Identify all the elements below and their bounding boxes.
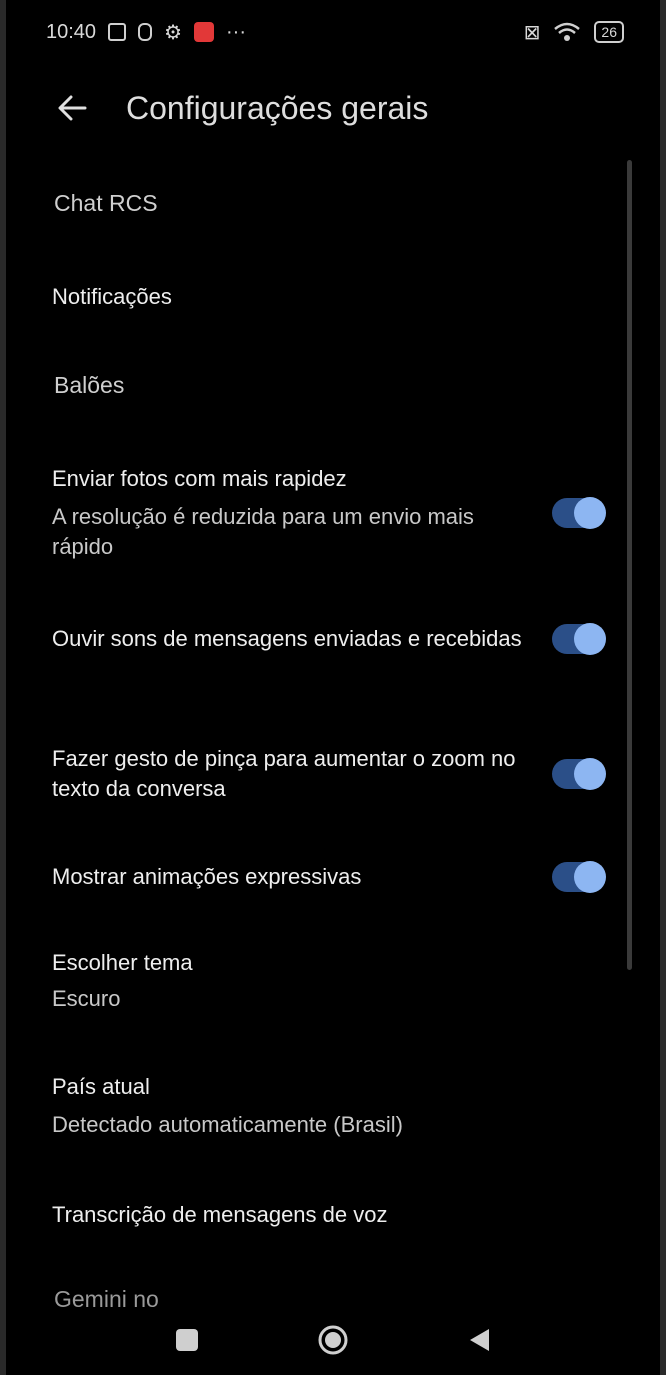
- message-sounds-item[interactable]: Ouvir sons de mensagens enviadas e receb…: [52, 623, 606, 655]
- choose-theme-item[interactable]: Escolher tema Escuro: [52, 948, 604, 1014]
- notifications-label: Notificações: [52, 284, 172, 309]
- notifications-item[interactable]: Notificações: [52, 282, 604, 312]
- switch-knob: [574, 758, 606, 790]
- send-photos-faster-label: Enviar fotos com mais rapidez: [52, 466, 347, 491]
- expressive-animations-label: Mostrar animações expressivas: [52, 864, 362, 889]
- send-photos-faster-texts: Enviar fotos com mais rapidez A resoluçã…: [52, 464, 522, 562]
- no-sim-icon: ⊠: [523, 21, 541, 44]
- home-button[interactable]: [315, 1322, 351, 1358]
- sim-icon: [138, 23, 153, 41]
- voice-transcription-item[interactable]: Transcrição de mensagens de voz: [52, 1200, 604, 1230]
- scrollbar[interactable]: [627, 160, 632, 970]
- page-title: Configurações gerais: [126, 89, 429, 126]
- section-header-baloes: Balões: [54, 372, 125, 398]
- current-country-value: Detectado automaticamente (Brasil): [52, 1112, 403, 1137]
- section-header-chat-rcs: Chat RCS: [54, 190, 158, 216]
- pinch-zoom-label: Fazer gesto de pinça para aumentar o zoo…: [52, 746, 516, 801]
- send-photos-faster-switch[interactable]: [552, 497, 606, 529]
- message-sounds-switch[interactable]: [552, 623, 606, 655]
- switch-knob: [574, 497, 606, 529]
- pinch-zoom-switch[interactable]: [552, 758, 606, 790]
- pinch-zoom-texts: Fazer gesto de pinça para aumentar o zoo…: [52, 744, 522, 804]
- wifi-icon: [554, 22, 581, 41]
- status-bar: 10:40 ⚙ ··· ⊠ 26: [46, 14, 624, 50]
- message-sounds-texts: Ouvir sons de mensagens enviadas e receb…: [52, 624, 522, 654]
- circle-home-icon: [318, 1325, 348, 1355]
- settings-gear-icon: ⚙: [164, 21, 182, 44]
- send-photos-faster-item[interactable]: Enviar fotos com mais rapidez A resoluçã…: [52, 464, 606, 562]
- arrow-left-icon: [58, 95, 87, 121]
- switch-knob: [574, 861, 606, 893]
- current-country-item[interactable]: País atual Detectado automaticamente (Br…: [52, 1072, 604, 1140]
- choose-theme-label: Escolher tema: [52, 950, 193, 975]
- app-notification-icon: [194, 22, 214, 42]
- nfc-icon: [108, 23, 127, 41]
- choose-theme-value: Escuro: [52, 986, 121, 1011]
- battery-indicator: 26: [594, 21, 624, 43]
- back-nav-button[interactable]: [461, 1322, 497, 1358]
- recent-apps-button[interactable]: [169, 1322, 205, 1358]
- phone-screen: 10:40 ⚙ ··· ⊠ 26 Configurações gerais Ch…: [0, 0, 666, 1375]
- more-notifications-icon: ···: [226, 20, 246, 43]
- system-navigation-bar: [6, 1305, 660, 1375]
- status-time: 10:40: [46, 20, 97, 43]
- current-country-label: País atual: [52, 1074, 150, 1099]
- triangle-back-icon: [470, 1329, 489, 1351]
- switch-knob: [574, 623, 606, 655]
- square-icon: [176, 1329, 198, 1351]
- voice-transcription-label: Transcrição de mensagens de voz: [52, 1202, 388, 1227]
- expressive-animations-switch[interactable]: [552, 861, 606, 893]
- app-bar: Configurações gerais: [46, 78, 620, 138]
- message-sounds-label: Ouvir sons de mensagens enviadas e receb…: [52, 626, 522, 651]
- send-photos-faster-description: A resolução é reduzida para um envio mai…: [52, 504, 474, 559]
- expressive-animations-texts: Mostrar animações expressivas: [52, 862, 361, 892]
- back-button[interactable]: [52, 83, 92, 133]
- expressive-animations-item[interactable]: Mostrar animações expressivas: [52, 861, 606, 893]
- pinch-zoom-item[interactable]: Fazer gesto de pinça para aumentar o zoo…: [52, 744, 606, 804]
